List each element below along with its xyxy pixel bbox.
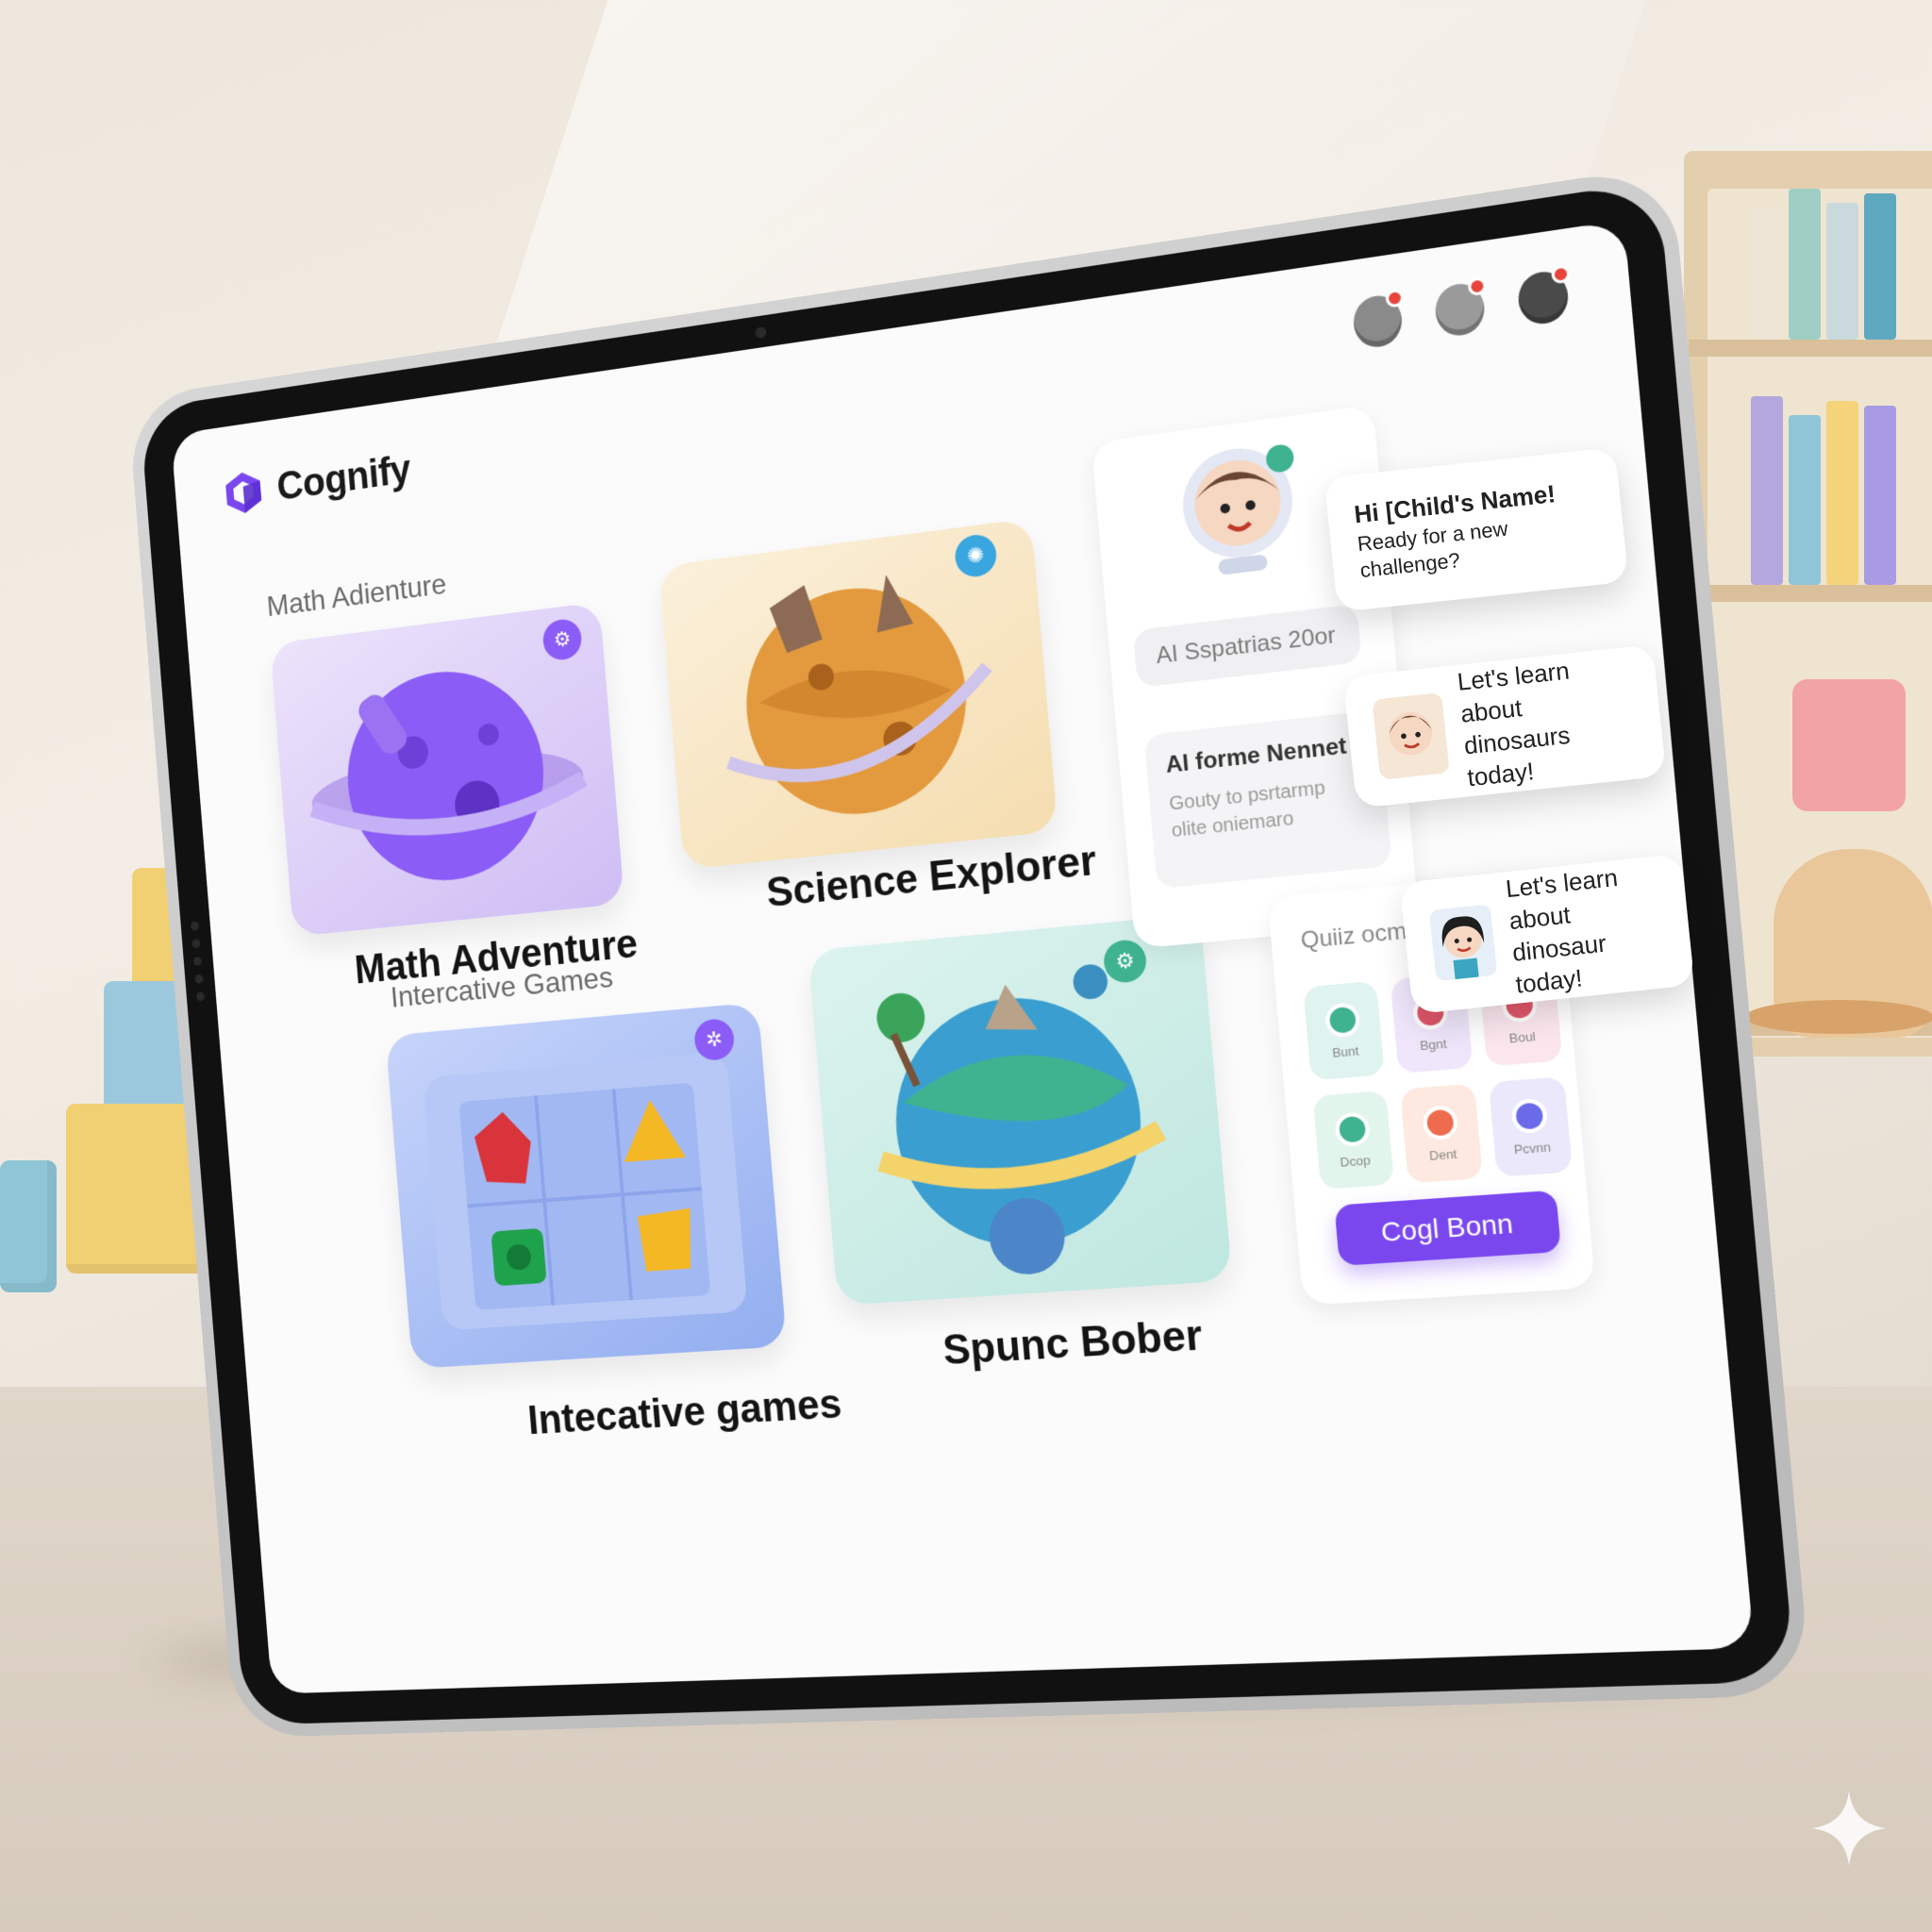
tile-science-explorer[interactable]: ✺ [658, 518, 1058, 870]
app-name: Cognify [275, 447, 412, 510]
badge-dot [1467, 276, 1487, 297]
tile-spunc-bober[interactable]: ⚙ [808, 914, 1232, 1306]
badge-dot [1385, 288, 1405, 308]
book [1864, 193, 1896, 340]
toy-block [0, 1160, 57, 1292]
book [1789, 189, 1821, 340]
tile-math-adventure[interactable]: ⚙ [270, 602, 625, 937]
quiz-cell[interactable]: Bunt [1303, 981, 1384, 1081]
message-icon[interactable] [1433, 281, 1486, 339]
profile-icon[interactable] [1516, 269, 1570, 327]
quiz-cell[interactable]: Dcop [1312, 1091, 1394, 1190]
puzzle-icon [386, 1002, 788, 1369]
quiz-label: Dcop [1340, 1152, 1371, 1169]
quiz-cell[interactable]: Dent [1400, 1084, 1483, 1184]
planet-orange-icon [658, 518, 1058, 870]
quiz-label: Bgnt [1419, 1036, 1447, 1053]
toy-base [1745, 1000, 1932, 1034]
planet-green-icon [808, 914, 1232, 1306]
child-avatar-icon [1372, 691, 1450, 782]
book [1826, 401, 1858, 585]
assistant-card-body: Gouty to psrtarmp olite oniemaro [1168, 771, 1368, 845]
quiz-icon [1334, 1111, 1371, 1147]
book [1751, 208, 1783, 340]
sparkle-icon [1811, 1790, 1887, 1866]
book [1864, 406, 1896, 585]
tile-title-spunc: Spunc Bober [941, 1312, 1205, 1375]
shelf-plank [1689, 585, 1932, 602]
robot-avatar-icon[interactable] [1170, 435, 1308, 586]
quiz-cell[interactable]: Pcvnn [1489, 1076, 1573, 1177]
badge-dot [1551, 264, 1571, 285]
shelf-plank [1689, 340, 1932, 357]
quiz-start-button[interactable]: Cogl Bonn [1334, 1191, 1561, 1266]
book [1751, 396, 1783, 585]
book [1789, 415, 1821, 585]
tile-title-games: Intecative games [526, 1381, 843, 1444]
quiz-label: Bunt [1332, 1042, 1359, 1059]
assistant-card-title: AI forme Nennet [1165, 731, 1363, 779]
assistant-chip: AI Sspatrias 20or [1133, 604, 1362, 688]
notification-icon[interactable] [1352, 292, 1404, 350]
quiz-label: Dent [1428, 1146, 1457, 1163]
quiz-icon [1510, 1097, 1548, 1133]
tile-interactive-games[interactable]: ✲ [386, 1002, 788, 1369]
pencil-cup [1792, 679, 1906, 811]
cognify-logo-icon [222, 468, 266, 518]
quiz-icon [1324, 1002, 1361, 1038]
child-avatar-icon [1428, 897, 1498, 988]
section-label-top: Math Adienture [265, 567, 447, 624]
top-icon-bar [1352, 269, 1571, 350]
quiz-icon [1422, 1105, 1458, 1141]
quiz-label: Pcvnn [1513, 1139, 1552, 1157]
app-logo[interactable]: Cognify [222, 447, 412, 518]
quiz-label: Boul [1508, 1028, 1537, 1045]
book [1826, 203, 1858, 340]
